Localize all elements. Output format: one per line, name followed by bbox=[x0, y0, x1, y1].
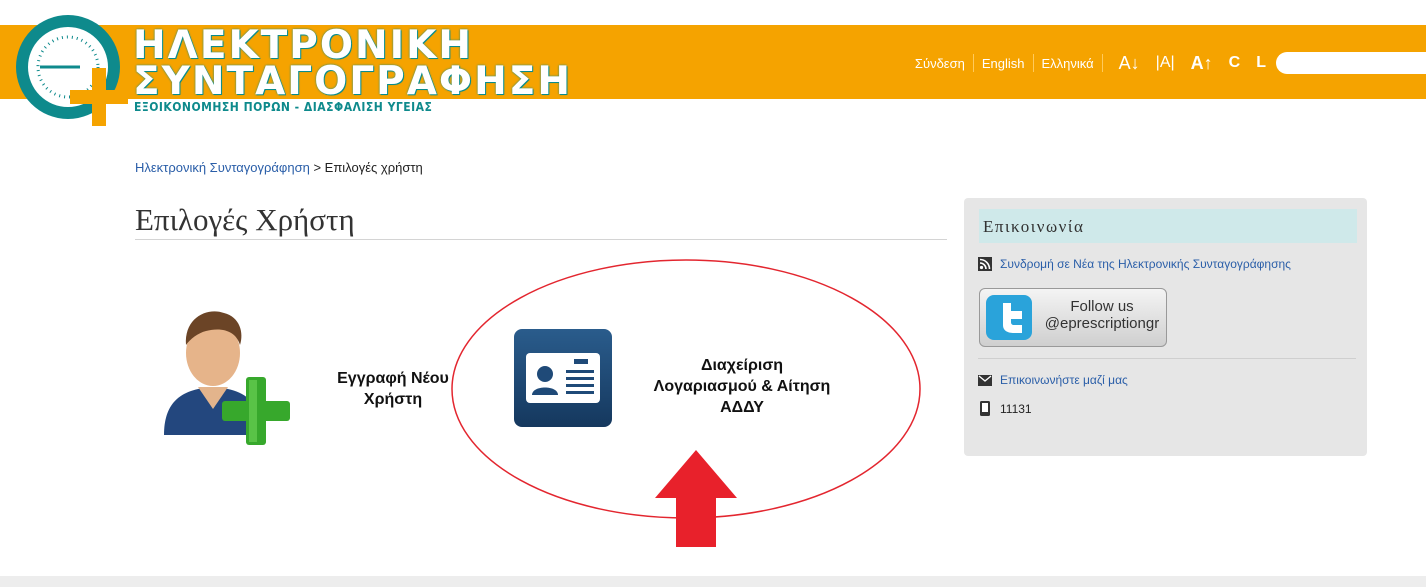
contact-us-link[interactable]: Επικοινωνήστε μαζί μας bbox=[1000, 373, 1128, 387]
top-navigation: Σύνδεση English Ελληνικά A↓ |A| A↑ C L bbox=[915, 52, 1426, 74]
sidebar-heading-bar: Επικοινωνία bbox=[979, 209, 1357, 243]
breadcrumb-separator: > bbox=[309, 160, 325, 175]
footer-band bbox=[0, 576, 1426, 587]
search-input[interactable] bbox=[1276, 52, 1426, 74]
phone-number: 11131 bbox=[1000, 401, 1032, 416]
news-subscription-row: Συνδρομή σε Νέα της Ηλεκτρονικής Συνταγο… bbox=[978, 257, 1291, 271]
english-link[interactable]: English bbox=[982, 56, 1025, 71]
font-decrease-button[interactable]: A↓ bbox=[1119, 53, 1140, 74]
sidebar-heading: Επικοινωνία bbox=[983, 217, 1085, 236]
register-new-user-label[interactable]: Εγγραφή Νέου Χρήστη bbox=[320, 368, 466, 410]
add-user-icon[interactable] bbox=[158, 305, 292, 447]
layout-button[interactable]: L bbox=[1256, 54, 1266, 72]
twitter-line1: Follow us bbox=[1070, 298, 1134, 315]
breadcrumb: Ηλεκτρονική Συνταγογράφηση > Επιλογές χρ… bbox=[135, 160, 423, 175]
nav-divider bbox=[1101, 54, 1103, 72]
contact-row: Επικοινωνήστε μαζί μας bbox=[978, 373, 1128, 387]
login-link[interactable]: Σύνδεση bbox=[915, 56, 965, 71]
twitter-follow-text: Follow us @eprescriptiongr bbox=[1042, 298, 1162, 332]
font-increase-button[interactable]: A↑ bbox=[1191, 53, 1213, 74]
greek-link[interactable]: Ελληνικά bbox=[1042, 56, 1094, 71]
register-label-line1: Εγγραφή Νέου bbox=[337, 370, 449, 387]
annotation-arrow-icon bbox=[655, 450, 737, 547]
logo-title-line2: ΣΥΝΤΑΓΟΓΡΑΦΗΣΗ bbox=[133, 59, 573, 104]
twitter-icon bbox=[986, 295, 1032, 340]
contrast-button[interactable]: C bbox=[1229, 54, 1241, 72]
twitter-handle: @eprescriptiongr bbox=[1044, 315, 1160, 332]
twitter-follow-button[interactable]: Follow us @eprescriptiongr bbox=[979, 288, 1167, 347]
phone-row: 11131 bbox=[978, 401, 1032, 416]
nav-divider bbox=[972, 54, 974, 72]
phone-icon bbox=[980, 401, 990, 416]
rss-icon bbox=[978, 257, 992, 271]
page-title: Επιλογές Χρήστη bbox=[135, 202, 355, 237]
logo-tagline: ΕΞΟΙΚΟΝΟΜΗΣΗ ΠΟΡΩΝ - ΔΙΑΣΦΑΛΙΣΗ ΥΓΕΙΑΣ bbox=[134, 100, 433, 114]
sidebar-divider bbox=[978, 358, 1356, 359]
breadcrumb-home-link[interactable]: Ηλεκτρονική Συνταγογράφηση bbox=[135, 160, 310, 175]
news-subscription-link[interactable]: Συνδρομή σε Νέα της Ηλεκτρονικής Συνταγο… bbox=[1000, 257, 1291, 271]
register-label-line2: Χρήστη bbox=[363, 391, 423, 408]
nav-divider bbox=[1032, 54, 1034, 72]
breadcrumb-current: Επιλογές χρήστη bbox=[324, 160, 423, 175]
title-divider bbox=[135, 239, 947, 240]
envelope-icon bbox=[978, 374, 992, 386]
font-reset-button[interactable]: |A| bbox=[1156, 54, 1175, 72]
